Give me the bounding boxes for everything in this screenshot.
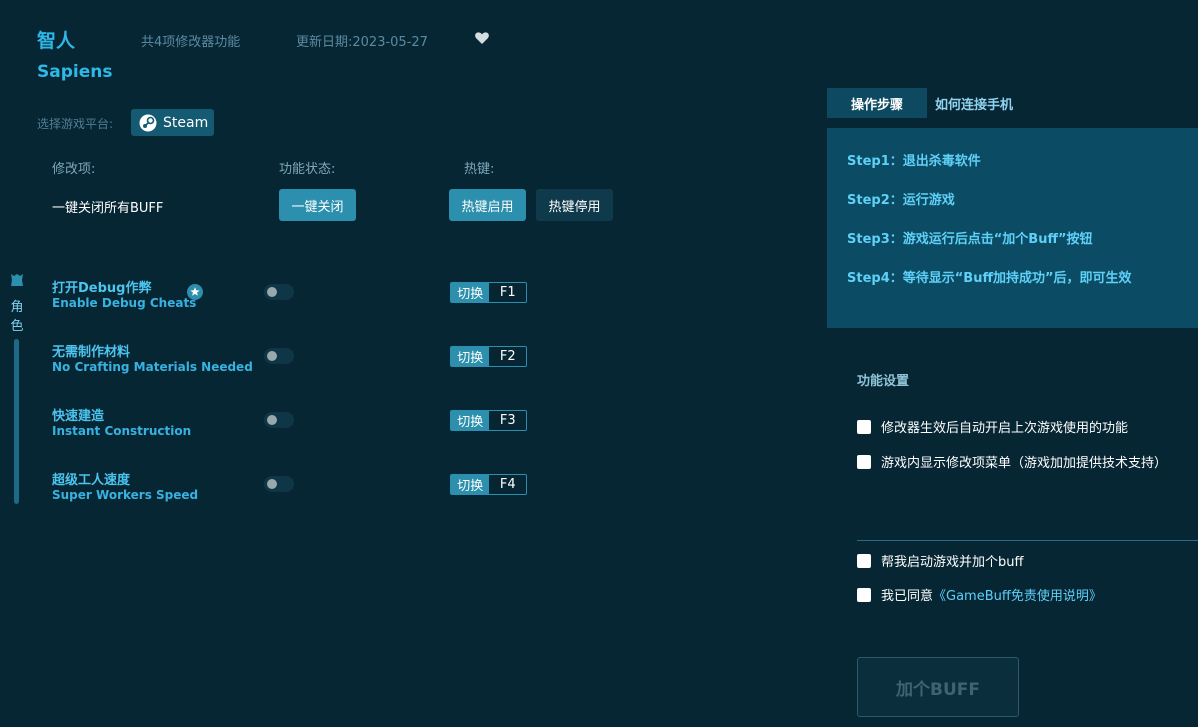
tab-connect-phone[interactable]: 如何连接手机: [935, 88, 1013, 118]
column-hotkey-header: 热键:: [464, 162, 495, 177]
disclaimer-link[interactable]: 《GameBuff免责使用说明》: [933, 589, 1102, 604]
close-all-button[interactable]: 一键关闭: [279, 189, 356, 221]
setting-launch-game[interactable]: 帮我启动游戏并加个buff: [857, 551, 1023, 570]
ingame-menu-label: 游戏内显示修改项菜单（游戏加加提供技术支持）: [881, 456, 1168, 471]
ingame-menu-checkbox[interactable]: [857, 454, 871, 469]
update-date: 更新日期:2023-05-27: [296, 35, 428, 50]
step-item: Step2：运行游戏: [847, 193, 955, 208]
cheat-hotkey[interactable]: 切换 F4: [450, 474, 527, 495]
hotkey-key: F3: [489, 411, 526, 430]
hotkey-switch-label: 切换: [451, 347, 490, 366]
cheat-name-cn: 打开Debug作弊: [52, 281, 152, 296]
cheat-name-en: Super Workers Speed: [52, 488, 199, 502]
cheat-name-cn: 快速建造: [52, 409, 105, 424]
cheat-hotkey[interactable]: 切换 F1: [450, 282, 527, 303]
feature-count: 共4项修改器功能: [141, 35, 241, 50]
favorite-heart-icon[interactable]: [474, 30, 490, 46]
cheat-hotkey[interactable]: 切换 F3: [450, 410, 527, 431]
cheat-row: 超级工人速度 Super Workers Speed: [52, 469, 198, 502]
toggle-knob: [267, 415, 277, 425]
cheat-row: 打开Debug作弊 Enable Debug Cheats: [52, 277, 196, 310]
launch-game-label: 帮我启动游戏并加个buff: [881, 555, 1024, 570]
cheat-name-en: No Crafting Materials Needed: [52, 360, 253, 374]
column-status-header: 功能状态:: [279, 162, 336, 177]
toggle-knob: [267, 351, 277, 361]
steam-platform-button[interactable]: Steam: [131, 109, 214, 136]
close-all-buff-label: 一键关闭所有BUFF: [52, 201, 164, 216]
steam-icon: [139, 114, 157, 131]
cheat-toggle[interactable]: [264, 476, 294, 492]
cheat-name-en: Enable Debug Cheats: [52, 296, 197, 310]
toggle-knob: [267, 479, 277, 489]
cheat-toggle[interactable]: [264, 284, 294, 300]
setting-agree-terms[interactable]: 我已同意《GameBuff免责使用说明》: [857, 585, 1102, 604]
star-badge-icon: [187, 284, 203, 300]
steps-panel: Step1：退出杀毒软件 Step2：运行游戏 Step3：游戏运行后点击“加个…: [827, 128, 1198, 328]
step-item: Step3：游戏运行后点击“加个Buff”按钮: [847, 232, 1093, 247]
agree-terms-checkbox[interactable]: [857, 587, 871, 602]
step-item: Step1：退出杀毒软件: [847, 154, 981, 169]
game-title-cn: 智人: [37, 30, 76, 52]
step-item: Step4：等待显示“Buff加持成功”后，即可生效: [847, 271, 1132, 286]
platform-label: 选择游戏平台:: [37, 117, 114, 131]
column-mod-header: 修改项:: [52, 162, 96, 177]
hotkey-key: F4: [489, 475, 526, 494]
cheat-toggle[interactable]: [264, 412, 294, 428]
sidebar-category-label[interactable]: 角色: [10, 298, 24, 336]
character-icon[interactable]: [9, 272, 25, 288]
auto-enable-label: 修改器生效后自动开启上次游戏使用的功能: [881, 421, 1129, 436]
agree-terms-label: 我已同意《GameBuff免责使用说明》: [881, 585, 1102, 604]
setting-auto-enable[interactable]: 修改器生效后自动开启上次游戏使用的功能: [857, 417, 1128, 436]
game-title-en: Sapiens: [37, 62, 113, 82]
cheat-hotkey[interactable]: 切换 F2: [450, 346, 527, 367]
hotkey-switch-label: 切换: [451, 475, 490, 494]
hotkey-switch-label: 切换: [451, 283, 490, 302]
agree-prefix: 我已同意: [881, 589, 934, 604]
launch-game-checkbox[interactable]: [857, 553, 871, 568]
hotkey-key: F1: [489, 283, 526, 302]
tab-steps[interactable]: 操作步骤: [827, 88, 927, 118]
auto-enable-checkbox[interactable]: [857, 419, 871, 434]
settings-title: 功能设置: [857, 374, 910, 389]
cheat-name-en: Instant Construction: [52, 424, 192, 438]
cheat-row: 快速建造 Instant Construction: [52, 405, 191, 438]
hotkey-switch-label: 切换: [451, 411, 490, 430]
hotkey-disable-button[interactable]: 热键停用: [536, 189, 613, 221]
cheat-row: 无需制作材料 No Crafting Materials Needed: [52, 341, 253, 374]
cheat-name-cn: 超级工人速度: [52, 473, 131, 488]
toggle-knob: [267, 287, 277, 297]
cheat-toggle[interactable]: [264, 348, 294, 364]
steam-label: Steam: [163, 114, 209, 131]
add-buff-button[interactable]: 加个BUFF: [857, 657, 1019, 717]
settings-divider: [857, 540, 1198, 541]
hotkey-key: F2: [489, 347, 526, 366]
cheat-name-cn: 无需制作材料: [52, 345, 131, 360]
sidebar-scrollbar[interactable]: [14, 339, 19, 504]
hotkey-enable-button[interactable]: 热键启用: [449, 189, 526, 221]
setting-ingame-menu[interactable]: 游戏内显示修改项菜单（游戏加加提供技术支持）: [857, 452, 1167, 471]
